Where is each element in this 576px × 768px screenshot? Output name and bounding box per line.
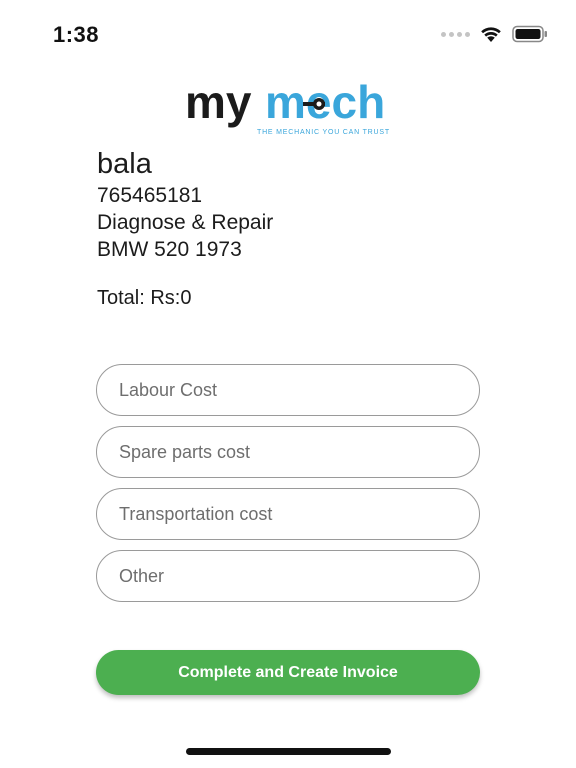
complete-create-invoice-button[interactable]: Complete and Create Invoice (96, 650, 480, 695)
customer-phone: 765465181 (97, 184, 203, 207)
transportation-cost-input[interactable] (96, 488, 480, 540)
customer-info: bala 765465181 Diagnose & Repair BMW 520… (97, 146, 273, 263)
total-amount: Total: Rs:0 (97, 287, 192, 309)
logo-tagline: THE MECHANIC YOU CAN TRUST (257, 129, 390, 136)
status-icons (441, 25, 548, 43)
status-time: 1:38 (53, 22, 100, 47)
vehicle-info: BMW 520 1973 (97, 238, 242, 261)
labour-cost-input[interactable] (96, 364, 480, 416)
mymech-logo: my mech THE MECHANIC YOU CAN TRUST (185, 80, 390, 136)
service-type: Diagnose & Repair (97, 211, 274, 234)
cost-form (96, 364, 480, 612)
cellular-signal-icon (441, 31, 470, 37)
wifi-icon (481, 27, 501, 42)
logo-text-mech: mech (265, 80, 385, 128)
home-indicator (186, 748, 391, 755)
spare-parts-cost-input[interactable] (96, 426, 480, 478)
invoice-screen: 1:38 my mech THE MECHANIC YOU CAN TRUST … (0, 0, 576, 768)
customer-name: bala (97, 148, 152, 180)
other-cost-input[interactable] (96, 550, 480, 602)
status-bar: 1:38 (0, 0, 576, 70)
logo-text-my: my (185, 80, 252, 128)
battery-icon (512, 25, 547, 43)
